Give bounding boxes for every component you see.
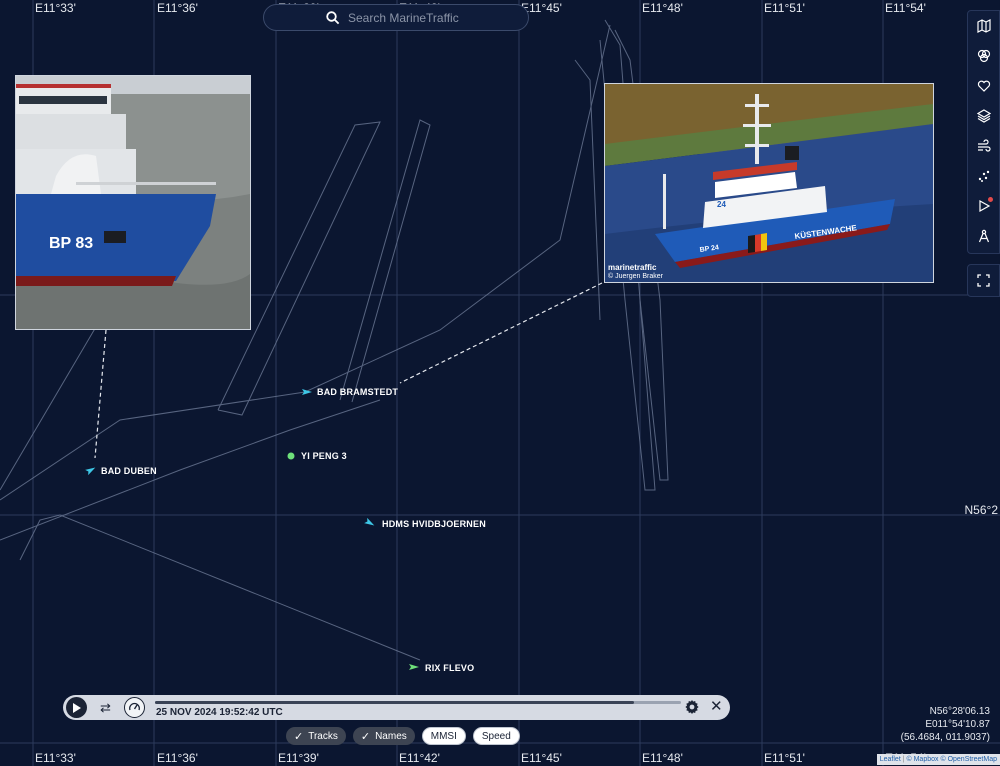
- photo-brand: marinetraffic: [608, 263, 657, 272]
- chip-label: Speed: [481, 730, 511, 742]
- vessel-photo-left[interactable]: BP 83: [15, 75, 251, 330]
- fullscreen-button[interactable]: [967, 264, 1000, 297]
- notification-dot: [988, 197, 993, 202]
- ship-label-rix-flevo[interactable]: RIX FLEVO: [425, 663, 474, 673]
- ship-label-hdms-hvidbjoernen[interactable]: HDMS HVIDBJOERNEN: [382, 519, 486, 529]
- vessel-photo-image: KÜSTENWACHE BP 24 24: [605, 84, 933, 282]
- ship-label-yi-peng-3[interactable]: YI PENG 3: [301, 451, 347, 461]
- grid-label-bottom-2: E11°39': [278, 751, 319, 765]
- map-icon[interactable]: [968, 11, 999, 41]
- grid-label-top-5: E11°48': [642, 1, 683, 15]
- track-options: ✓ Tracks ✓ Names MMSI Speed: [286, 727, 520, 745]
- photo-credit: © Juergen Braker: [608, 273, 663, 280]
- timeline-progress: [155, 701, 634, 704]
- timeline-slider[interactable]: [155, 701, 681, 704]
- layers-filter-icon[interactable]: [968, 41, 999, 71]
- grid-label-top-7: E11°54': [885, 1, 926, 15]
- search-icon: [326, 11, 340, 25]
- coord-lon: E011°54'10.87: [925, 719, 990, 730]
- playback-bar: ⇄ 25 NOV 2024 19:52:42 UTC ✕: [63, 695, 730, 720]
- coord-lat: N56°28'06.13: [929, 706, 990, 717]
- density-icon[interactable]: [968, 161, 999, 191]
- gear-icon: [685, 700, 699, 714]
- ship-label-bad-duben[interactable]: BAD DUBEN: [101, 466, 157, 476]
- fullscreen-icon: [977, 274, 990, 287]
- chip-tracks[interactable]: ✓ Tracks: [286, 727, 346, 745]
- chip-names[interactable]: ✓ Names: [352, 727, 415, 745]
- play-icon: [73, 702, 81, 713]
- grid-label-bottom-3: E11°42': [399, 751, 440, 765]
- speedometer-icon: [129, 702, 140, 711]
- layers-stack-icon[interactable]: [968, 101, 999, 131]
- favorites-heart-icon[interactable]: [968, 71, 999, 101]
- svg-text:24: 24: [717, 200, 726, 209]
- search-bar[interactable]: [263, 4, 529, 31]
- grid-label-bottom-6: E11°51': [764, 751, 805, 765]
- vessel-photo-image: BP 83: [16, 76, 250, 329]
- chip-label: Tracks: [308, 730, 338, 742]
- vessel-photo-right[interactable]: KÜSTENWACHE BP 24 24 marinetraffic © Jue…: [604, 83, 934, 283]
- play-button[interactable]: [66, 697, 87, 718]
- grid-label-top-6: E11°51': [764, 1, 805, 15]
- grid-label-bottom-4: E11°45': [521, 751, 562, 765]
- leaflet-link[interactable]: Leaflet: [880, 756, 901, 763]
- ship-label-bad-bramstedt[interactable]: BAD BRAMSTEDT: [317, 387, 398, 397]
- grid-label-bottom-5: E11°48': [642, 751, 683, 765]
- coord-decimal: (56.4684, 011.9037): [900, 732, 990, 743]
- check-icon: ✓: [360, 730, 371, 743]
- chip-mmsi[interactable]: MMSI: [421, 727, 466, 745]
- osm-link[interactable]: © OpenStreetMap: [940, 756, 997, 763]
- ship-marker-yi-peng-3[interactable]: [287, 452, 295, 460]
- playback-speed-button[interactable]: [124, 697, 145, 718]
- map-toolbar: [967, 10, 1000, 254]
- map-attribution: Leaflet | © Mapbox © OpenStreetMap: [876, 754, 1000, 765]
- chip-label: Names: [375, 730, 407, 742]
- cursor-coordinates: N56°28'06.13 E011°54'10.87 (56.4684, 011…: [901, 705, 990, 744]
- close-icon: ✕: [710, 698, 723, 715]
- svg-text:BP 83: BP 83: [49, 235, 93, 252]
- grid-label-lat: N56°2: [964, 503, 999, 517]
- chip-speed[interactable]: Speed: [472, 727, 520, 745]
- mapbox-link[interactable]: © Mapbox: [907, 756, 939, 763]
- close-playback-button[interactable]: ✕: [710, 698, 723, 716]
- grid-label-bottom-0: E11°33': [35, 751, 76, 765]
- swap-arrows-icon: ⇄: [100, 700, 111, 715]
- weather-wind-icon[interactable]: [968, 131, 999, 161]
- grid-label-bottom-1: E11°36': [157, 751, 198, 765]
- playback-settings-button[interactable]: [684, 699, 700, 720]
- timeline-timestamp: 25 NOV 2024 19:52:42 UTC: [156, 707, 283, 718]
- photo-watermark: marinetraffic © Juergen Braker: [608, 264, 663, 281]
- measure-compass-icon[interactable]: [968, 221, 999, 251]
- grid-label-top-0: E11°33': [35, 1, 76, 15]
- search-input[interactable]: [346, 9, 528, 26]
- chip-label: MMSI: [430, 730, 457, 742]
- check-icon: ✓: [294, 730, 304, 743]
- swap-direction-button[interactable]: ⇄: [100, 700, 111, 716]
- play-route-icon[interactable]: [968, 191, 999, 221]
- grid-label-top-1: E11°36': [157, 1, 198, 15]
